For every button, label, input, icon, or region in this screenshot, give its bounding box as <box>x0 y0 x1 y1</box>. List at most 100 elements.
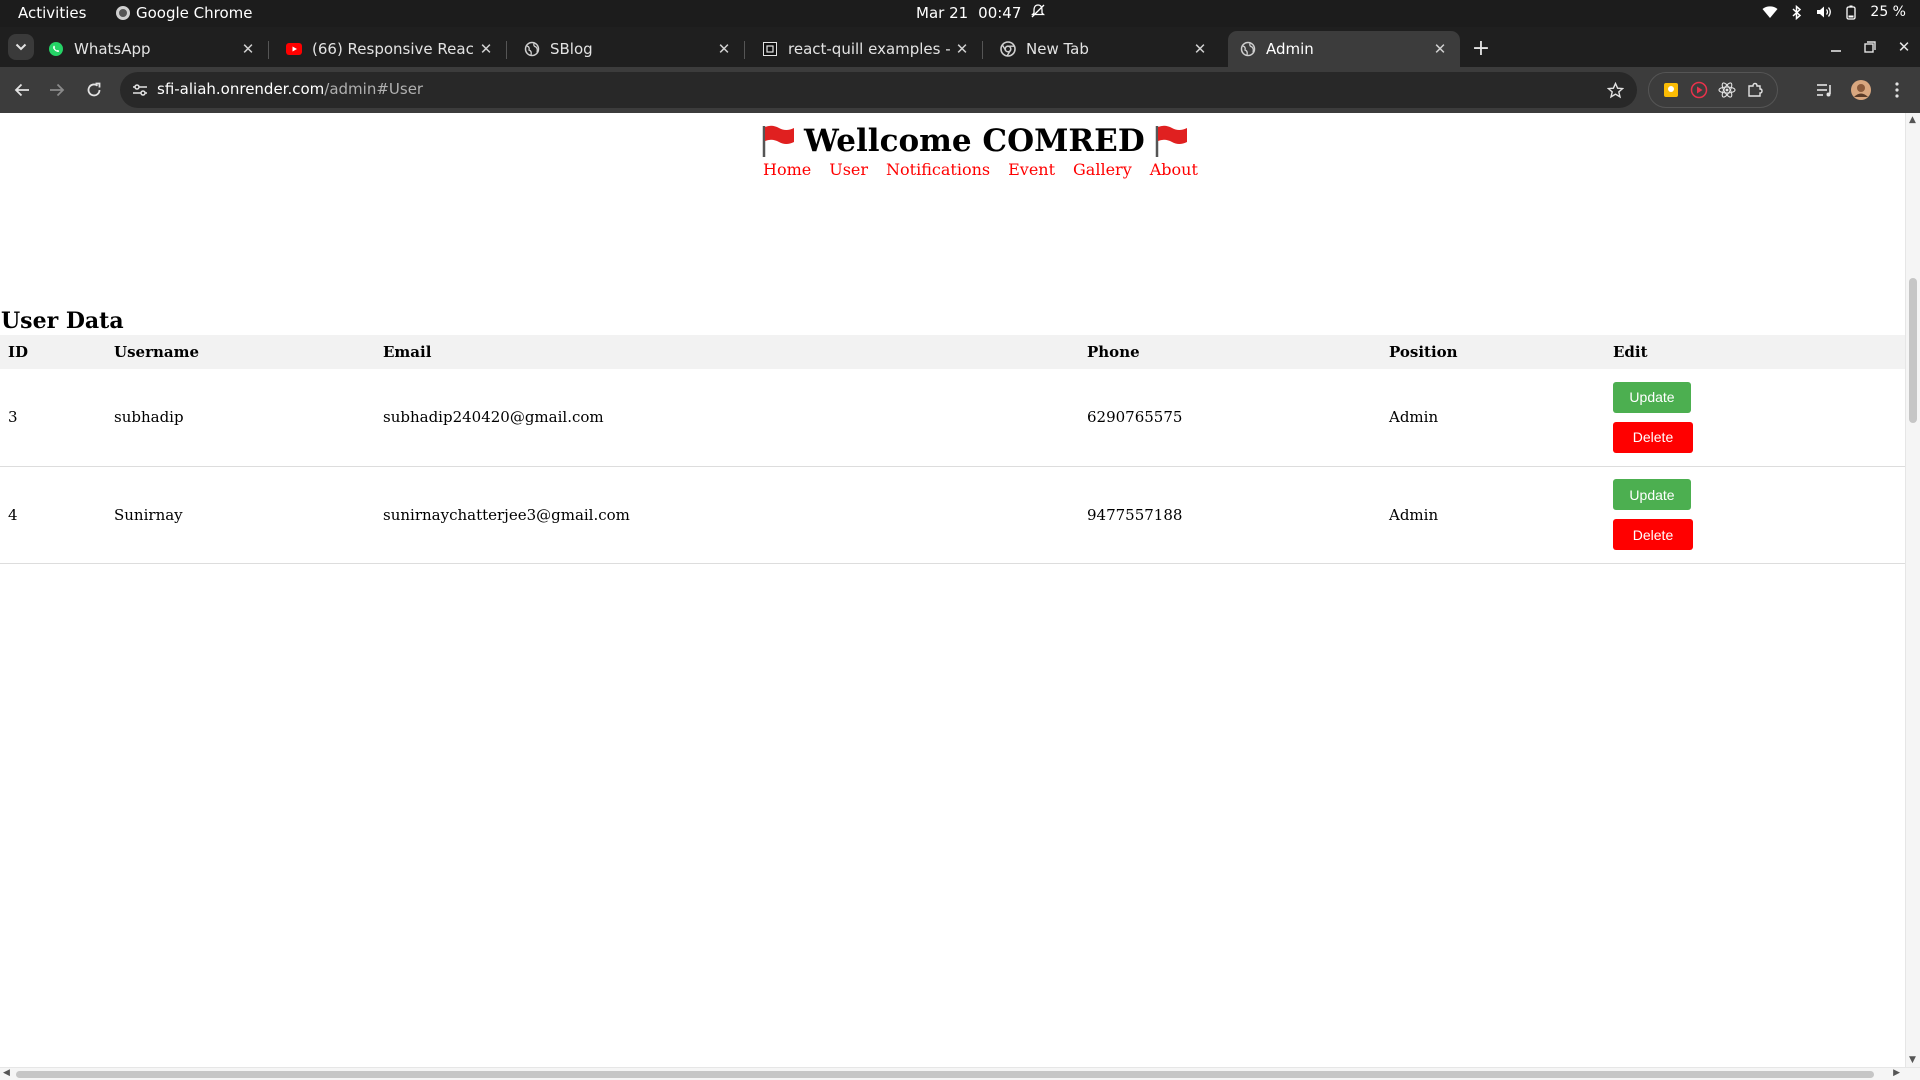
tab-title: react-quill examples - Co <box>788 40 950 58</box>
tab-youtube[interactable]: (66) Responsive React Bl ✕ <box>274 31 507 67</box>
scroll-left-arrow-icon[interactable]: ◀ <box>3 1068 10 1078</box>
minimize-icon[interactable] <box>1826 37 1846 57</box>
back-icon[interactable] <box>10 78 34 102</box>
youtube-icon <box>286 41 302 57</box>
wifi-icon <box>1762 5 1778 19</box>
site-nav: Home User Notifications Event Gallery Ab… <box>763 160 1198 179</box>
table-row: 4 Sunirnay sunirnaychatterjee3@gmail.com… <box>0 466 1905 563</box>
column-header-edit: Edit <box>1613 343 1648 361</box>
tab-search-button[interactable] <box>8 34 34 60</box>
site-info-icon[interactable] <box>130 80 150 100</box>
reload-icon[interactable] <box>82 78 106 102</box>
react-devtools-icon[interactable] <box>1717 80 1737 100</box>
vertical-scrollbar[interactable]: ▲ ▼ <box>1905 113 1920 1067</box>
url-host: sfi-aliah.onrender.com <box>157 80 325 98</box>
profile-avatar[interactable] <box>1850 79 1872 101</box>
horizontal-scrollbar[interactable]: ◀ ▶ <box>0 1067 1920 1080</box>
nav-link-event[interactable]: Event <box>1008 160 1055 179</box>
tab-react-quill[interactable]: react-quill examples - Co ✕ <box>750 31 983 67</box>
tab-title: WhatsApp <box>74 40 151 58</box>
tab-new-tab[interactable]: New Tab ✕ <box>988 31 1220 67</box>
close-icon[interactable]: ✕ <box>952 39 972 59</box>
battery-icon <box>1846 5 1857 20</box>
site-title: Wellcome COMRED <box>760 123 1189 159</box>
new-tab-button[interactable]: + <box>1468 35 1494 61</box>
close-icon[interactable]: ✕ <box>238 39 258 59</box>
red-flag-icon <box>760 124 796 158</box>
column-header-id: ID <box>8 343 29 361</box>
date-label: Mar 21 <box>916 4 969 22</box>
forward-icon[interactable] <box>45 78 69 102</box>
page-viewport: Wellcome COMRED Home User Notifications … <box>0 113 1905 1067</box>
browser-toolbar: sfi-aliah.onrender.com/admin#User <box>0 67 1920 113</box>
nav-link-about[interactable]: About <box>1150 160 1198 179</box>
volume-icon <box>1816 5 1832 19</box>
table-row: 3 subhadip subhadip240420@gmail.com 6290… <box>0 369 1905 466</box>
scroll-down-arrow-icon[interactable]: ▼ <box>1909 1055 1916 1065</box>
media-control-icon[interactable] <box>1814 79 1836 101</box>
cell-id: 3 <box>8 408 18 427</box>
nav-link-user[interactable]: User <box>829 160 868 179</box>
vertical-scroll-thumb[interactable] <box>1909 278 1917 423</box>
bookmark-star-icon[interactable] <box>1605 80 1625 100</box>
url-text[interactable]: sfi-aliah.onrender.com/admin#User <box>157 80 423 98</box>
bluetooth-icon <box>1792 4 1802 20</box>
chrome-icon <box>116 6 130 20</box>
nav-link-notifications[interactable]: Notifications <box>886 160 990 179</box>
app-menu[interactable]: Google Chrome <box>116 4 253 22</box>
notifications-muted-icon <box>1031 4 1046 22</box>
system-top-bar: Activities Google Chrome Mar 21 00:47 25… <box>0 0 1920 27</box>
close-icon[interactable]: ✕ <box>1190 39 1210 59</box>
cell-id: 4 <box>8 505 18 524</box>
tab-title: (66) Responsive React Bl <box>312 40 474 58</box>
scroll-right-arrow-icon[interactable]: ▶ <box>1893 1068 1900 1078</box>
chrome-menu-icon[interactable] <box>1886 79 1908 101</box>
column-header-phone: Phone <box>1087 343 1140 361</box>
nav-link-home[interactable]: Home <box>763 160 811 179</box>
restore-icon[interactable] <box>1860 37 1880 57</box>
column-header-email: Email <box>383 343 432 361</box>
table-header-row: ID Username Email Phone Position Edit <box>0 335 1905 369</box>
app-name: Google Chrome <box>136 4 253 22</box>
cell-position: Admin <box>1389 408 1439 427</box>
scroll-up-arrow-icon[interactable]: ▲ <box>1909 115 1916 125</box>
cell-position: Admin <box>1389 505 1439 524</box>
keep-extension-icon[interactable] <box>1661 80 1681 100</box>
close-icon[interactable]: ✕ <box>476 39 496 59</box>
column-header-position: Position <box>1389 343 1458 361</box>
extensions-area <box>1648 72 1778 108</box>
cell-username: Sunirnay <box>114 505 183 524</box>
update-button[interactable]: Update <box>1613 479 1691 510</box>
update-button[interactable]: Update <box>1613 381 1691 413</box>
close-icon[interactable]: ✕ <box>714 39 734 59</box>
whatsapp-icon <box>48 41 64 57</box>
address-bar[interactable]: sfi-aliah.onrender.com/admin#User <box>120 72 1637 108</box>
tab-admin[interactable]: Admin ✕ <box>1228 31 1460 67</box>
url-path: /admin#User <box>324 80 424 98</box>
close-icon[interactable]: ✕ <box>1430 39 1450 59</box>
delete-button[interactable]: Delete <box>1613 519 1693 550</box>
horizontal-scroll-thumb[interactable] <box>16 1071 1874 1078</box>
column-header-username: Username <box>114 343 200 361</box>
screen-recorder-icon[interactable] <box>1689 80 1709 100</box>
tab-title: SBlog <box>550 40 593 58</box>
tab-whatsapp[interactable]: WhatsApp ✕ <box>36 31 269 67</box>
nav-link-gallery[interactable]: Gallery <box>1073 160 1132 179</box>
cell-email: subhadip240420@gmail.com <box>383 408 604 427</box>
cell-username: subhadip <box>114 408 184 427</box>
red-flag-icon <box>1153 124 1189 158</box>
time-label: 00:47 <box>978 4 1022 22</box>
extensions-puzzle-icon[interactable] <box>1745 80 1765 100</box>
chevron-down-icon <box>15 43 27 51</box>
activities-button[interactable]: Activities <box>18 4 86 22</box>
window-close-icon[interactable]: ✕ <box>1894 37 1914 57</box>
clock[interactable]: Mar 21 00:47 <box>916 4 1046 22</box>
system-tray[interactable]: 25 % <box>1762 4 1906 20</box>
tab-separator <box>744 41 745 59</box>
cell-phone: 9477557188 <box>1087 505 1183 524</box>
delete-button[interactable]: Delete <box>1613 421 1693 453</box>
tab-strip: WhatsApp ✕ (66) Responsive React Bl ✕ SB… <box>0 27 1920 67</box>
codesandbox-icon <box>762 41 778 57</box>
tab-sblog[interactable]: SBlog ✕ <box>512 31 745 67</box>
tab-separator <box>982 41 983 59</box>
